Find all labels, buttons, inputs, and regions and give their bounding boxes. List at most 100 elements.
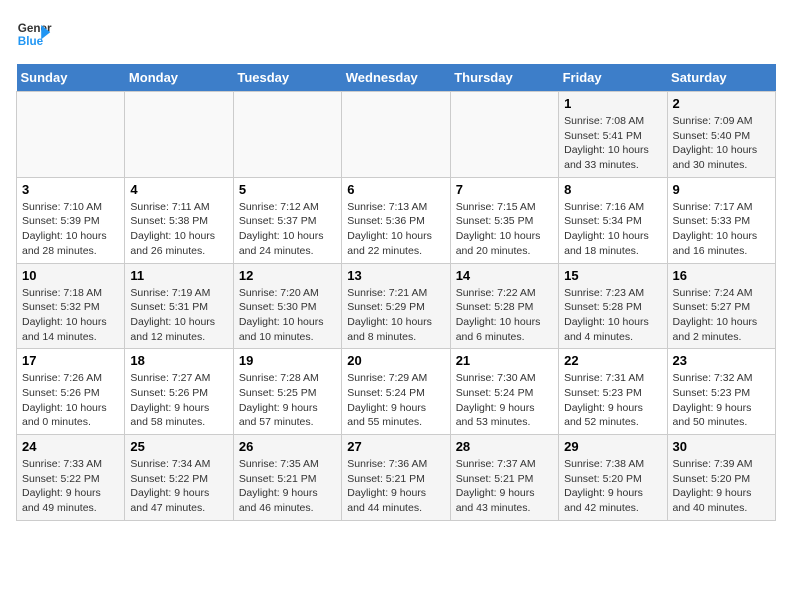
day-detail: Sunrise: 7:24 AMSunset: 5:27 PMDaylight:… [673,286,770,345]
calendar-cell: 4 Sunrise: 7:11 AMSunset: 5:38 PMDaylight… [125,177,233,263]
svg-text:Blue: Blue [18,35,44,48]
calendar-cell: 24 Sunrise: 7:33 AMSunset: 5:22 PMDayligh… [17,435,125,521]
day-detail: Sunrise: 7:22 AMSunset: 5:28 PMDaylight:… [456,286,553,345]
day-detail: Sunrise: 7:13 AMSunset: 5:36 PMDaylight:… [347,200,444,259]
day-detail: Sunrise: 7:23 AMSunset: 5:28 PMDaylight:… [564,286,661,345]
calendar-cell: 28 Sunrise: 7:37 AMSunset: 5:21 PMDayligh… [450,435,558,521]
calendar-cell: 27 Sunrise: 7:36 AMSunset: 5:21 PMDayligh… [342,435,450,521]
calendar-cell: 9 Sunrise: 7:17 AMSunset: 5:33 PMDaylight… [667,177,775,263]
day-number: 25 [130,439,227,454]
calendar-week-1: 1Sunrise: 7:08 AMSunset: 5:41 PMDaylight… [17,92,776,178]
calendar-cell: 6 Sunrise: 7:13 AMSunset: 5:36 PMDaylight… [342,177,450,263]
day-number: 16 [673,268,770,283]
day-header-friday: Friday [559,64,667,92]
day-number: 13 [347,268,444,283]
day-number: 19 [239,353,336,368]
day-number: 11 [130,268,227,283]
day-detail: Sunrise: 7:29 AMSunset: 5:24 PMDaylight:… [347,371,444,430]
day-number: 24 [22,439,119,454]
day-number: 8 [564,182,661,197]
calendar-cell: 23 Sunrise: 7:32 AMSunset: 5:23 PMDayligh… [667,349,775,435]
day-number: 9 [673,182,770,197]
day-header-saturday: Saturday [667,64,775,92]
day-number: 2 [673,96,770,111]
calendar-week-2: 3 Sunrise: 7:10 AMSunset: 5:39 PMDaylight… [17,177,776,263]
logo: General Blue [16,16,52,52]
calendar-table: SundayMondayTuesdayWednesdayThursdayFrid… [16,64,776,521]
day-detail: Sunrise: 7:36 AMSunset: 5:21 PMDaylight:… [347,457,444,516]
calendar-cell: 19Sunrise: 7:28 AMSunset: 5:25 PMDayligh… [233,349,341,435]
day-detail: Sunrise: 7:37 AMSunset: 5:21 PMDaylight:… [456,457,553,516]
day-number: 26 [239,439,336,454]
day-detail: Sunrise: 7:27 AMSunset: 5:26 PMDaylight:… [130,371,227,430]
day-number: 28 [456,439,553,454]
calendar-week-4: 17 Sunrise: 7:26 AMSunset: 5:26 PMDayligh… [17,349,776,435]
calendar-cell: 10 Sunrise: 7:18 AMSunset: 5:32 PMDayligh… [17,263,125,349]
calendar-cell [17,92,125,178]
calendar-cell [450,92,558,178]
calendar-cell [233,92,341,178]
calendar-cell: 5Sunrise: 7:12 AMSunset: 5:37 PMDaylight… [233,177,341,263]
day-header-wednesday: Wednesday [342,64,450,92]
day-detail: Sunrise: 7:33 AMSunset: 5:22 PMDaylight:… [22,457,119,516]
day-detail: Sunrise: 7:20 AMSunset: 5:30 PMDaylight:… [239,286,336,345]
day-detail: Sunrise: 7:31 AMSunset: 5:23 PMDaylight:… [564,371,661,430]
day-detail: Sunrise: 7:10 AMSunset: 5:39 PMDaylight:… [22,200,119,259]
day-detail: Sunrise: 7:21 AMSunset: 5:29 PMDaylight:… [347,286,444,345]
calendar-cell: 8 Sunrise: 7:16 AMSunset: 5:34 PMDaylight… [559,177,667,263]
day-detail: Sunrise: 7:26 AMSunset: 5:26 PMDaylight:… [22,371,119,430]
day-detail: Sunrise: 7:11 AMSunset: 5:38 PMDaylight:… [130,200,227,259]
day-header-tuesday: Tuesday [233,64,341,92]
day-detail: Sunrise: 7:15 AMSunset: 5:35 PMDaylight:… [456,200,553,259]
day-detail: Sunrise: 7:32 AMSunset: 5:23 PMDaylight:… [673,371,770,430]
day-number: 12 [239,268,336,283]
day-detail: Sunrise: 7:12 AMSunset: 5:37 PMDaylight:… [239,200,336,259]
day-detail: Sunrise: 7:09 AMSunset: 5:40 PMDaylight:… [673,114,770,173]
calendar-cell: 30Sunrise: 7:39 AMSunset: 5:20 PMDayligh… [667,435,775,521]
calendar-cell: 25 Sunrise: 7:34 AMSunset: 5:22 PMDayligh… [125,435,233,521]
day-detail: Sunrise: 7:16 AMSunset: 5:34 PMDaylight:… [564,200,661,259]
calendar-week-3: 10 Sunrise: 7:18 AMSunset: 5:32 PMDayligh… [17,263,776,349]
day-detail: Sunrise: 7:34 AMSunset: 5:22 PMDaylight:… [130,457,227,516]
calendar-cell: 17 Sunrise: 7:26 AMSunset: 5:26 PMDayligh… [17,349,125,435]
calendar-cell: 16 Sunrise: 7:24 AMSunset: 5:27 PMDayligh… [667,263,775,349]
day-number: 23 [673,353,770,368]
page-header: General Blue [16,16,776,52]
calendar-header: SundayMondayTuesdayWednesdayThursdayFrid… [17,64,776,92]
day-number: 14 [456,268,553,283]
calendar-week-5: 24 Sunrise: 7:33 AMSunset: 5:22 PMDayligh… [17,435,776,521]
calendar-cell: 18Sunrise: 7:27 AMSunset: 5:26 PMDayligh… [125,349,233,435]
day-number: 22 [564,353,661,368]
calendar-cell: 15 Sunrise: 7:23 AMSunset: 5:28 PMDayligh… [559,263,667,349]
day-number: 17 [22,353,119,368]
calendar-cell: 20 Sunrise: 7:29 AMSunset: 5:24 PMDayligh… [342,349,450,435]
calendar-cell: 7 Sunrise: 7:15 AMSunset: 5:35 PMDaylight… [450,177,558,263]
day-detail: Sunrise: 7:19 AMSunset: 5:31 PMDaylight:… [130,286,227,345]
day-number: 10 [22,268,119,283]
calendar-cell: 22 Sunrise: 7:31 AMSunset: 5:23 PMDayligh… [559,349,667,435]
day-header-sunday: Sunday [17,64,125,92]
day-detail: Sunrise: 7:39 AMSunset: 5:20 PMDaylight:… [673,457,770,516]
calendar-cell: 12 Sunrise: 7:20 AMSunset: 5:30 PMDayligh… [233,263,341,349]
day-number: 29 [564,439,661,454]
day-detail: Sunrise: 7:35 AMSunset: 5:21 PMDaylight:… [239,457,336,516]
day-number: 27 [347,439,444,454]
day-number: 3 [22,182,119,197]
calendar-cell: 3 Sunrise: 7:10 AMSunset: 5:39 PMDaylight… [17,177,125,263]
day-number: 15 [564,268,661,283]
day-number: 20 [347,353,444,368]
calendar-cell: 14 Sunrise: 7:22 AMSunset: 5:28 PMDayligh… [450,263,558,349]
day-detail: Sunrise: 7:38 AMSunset: 5:20 PMDaylight:… [564,457,661,516]
logo-icon: General Blue [16,16,52,52]
day-number: 7 [456,182,553,197]
calendar-cell: 11 Sunrise: 7:19 AMSunset: 5:31 PMDayligh… [125,263,233,349]
day-number: 4 [130,182,227,197]
day-detail: Sunrise: 7:18 AMSunset: 5:32 PMDaylight:… [22,286,119,345]
calendar-cell [125,92,233,178]
calendar-cell: 21Sunrise: 7:30 AMSunset: 5:24 PMDayligh… [450,349,558,435]
day-number: 6 [347,182,444,197]
calendar-cell: 26 Sunrise: 7:35 AMSunset: 5:21 PMDayligh… [233,435,341,521]
day-detail: Sunrise: 7:17 AMSunset: 5:33 PMDaylight:… [673,200,770,259]
day-header-thursday: Thursday [450,64,558,92]
day-number: 21 [456,353,553,368]
